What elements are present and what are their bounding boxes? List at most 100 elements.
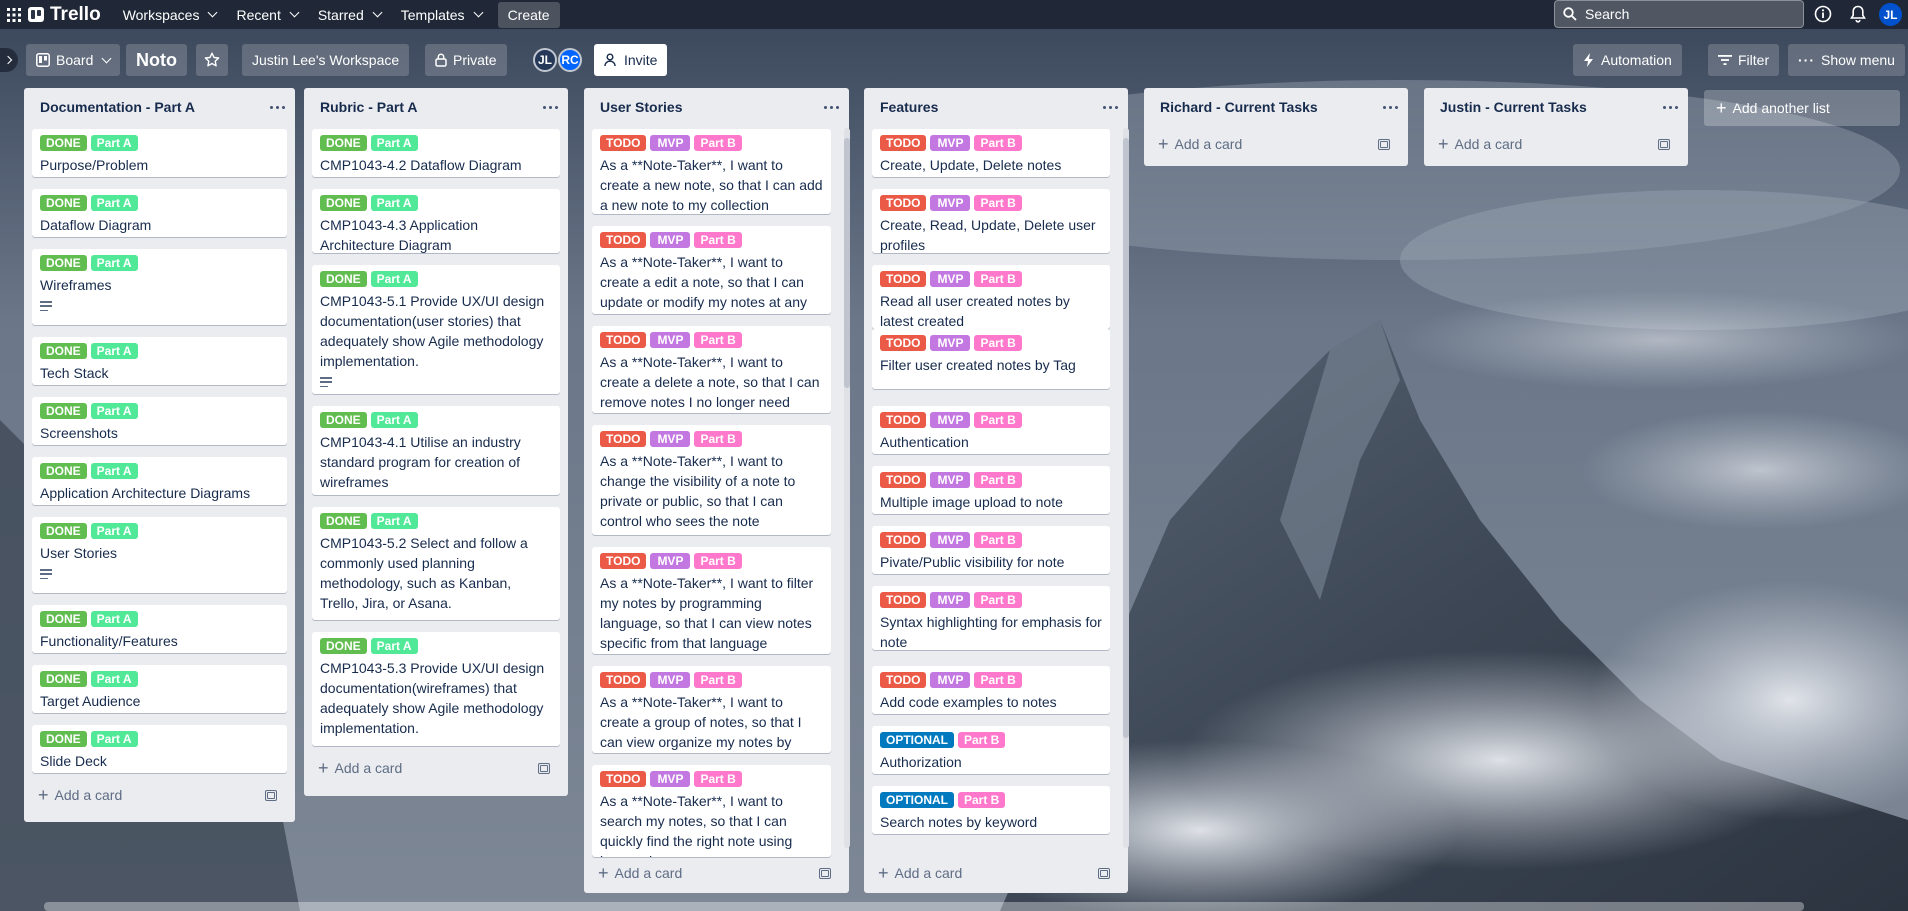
add-card-button[interactable]: + Add a card — [872, 859, 962, 887]
list-scrollbar[interactable] — [1123, 128, 1129, 848]
card[interactable]: TODO MVP Part B Multiple image upload to no… — [872, 466, 1110, 514]
card[interactable]: TODO MVP Part B As a **Note-Taker**, I want… — [592, 226, 831, 314]
card[interactable]: DONE Part A Application Architecture Diagr… — [32, 457, 287, 505]
more-dots-icon[interactable] — [1103, 105, 1118, 109]
notifications-bell-icon[interactable] — [1848, 4, 1868, 24]
board-view-label: Board — [56, 52, 94, 68]
card-labels: DONE Part A — [40, 195, 279, 211]
member-avatar-jl[interactable]: JL — [533, 48, 557, 72]
trello-logo[interactable]: Trello — [28, 0, 101, 29]
list-title[interactable]: Rubric - Part A — [320, 99, 418, 115]
horizontal-scrollbar[interactable] — [44, 902, 1804, 911]
add-card-button[interactable]: + Add a card — [1152, 130, 1242, 158]
more-dots-icon[interactable] — [270, 105, 285, 109]
filter-button[interactable]: Filter — [1708, 44, 1780, 76]
info-icon[interactable] — [1813, 4, 1833, 24]
star-board-button[interactable] — [196, 44, 228, 76]
list-title[interactable]: Documentation - Part A — [40, 99, 195, 115]
user-avatar[interactable]: JL — [1879, 3, 1902, 26]
card[interactable]: DONE Part A User Stories — [32, 517, 287, 593]
card[interactable]: TODO MVP Part B Read all user created notes… — [872, 265, 1110, 329]
card[interactable]: TODO MVP Part B Create, Read, Update, Delet… — [872, 189, 1110, 253]
card[interactable]: TODO MVP Part B As a **Note-Taker**, I want… — [592, 129, 831, 214]
card-labels: TODO MVP Part B — [880, 592, 1102, 608]
card[interactable]: DONE Part A Wireframes — [32, 249, 287, 325]
card-template-icon[interactable] — [1658, 139, 1670, 150]
card[interactable]: TODO MVP Part B Syntax highlighting for emp… — [872, 586, 1110, 650]
add-card-button[interactable]: + Add a card — [32, 781, 122, 809]
card-label: TODO — [600, 771, 647, 787]
card-label: DONE — [40, 255, 87, 271]
more-dots-icon[interactable] — [543, 105, 558, 109]
nav-recent[interactable]: Recent — [226, 0, 307, 29]
invite-button[interactable]: Invite — [594, 44, 668, 76]
card[interactable]: OPTIONAL Part B Authorization — [872, 726, 1110, 774]
card[interactable]: TODO MVP Part B As a **Note-Taker**, I want… — [592, 666, 831, 753]
create-button[interactable]: Create — [497, 1, 560, 28]
show-menu-button[interactable]: ··· Show menu — [1788, 44, 1905, 76]
scrollbar-thumb[interactable] — [1123, 138, 1129, 738]
card-label: OPTIONAL — [880, 732, 954, 748]
card-template-icon[interactable] — [265, 790, 277, 801]
card[interactable]: DONE Part A Functionality/Features — [32, 605, 287, 653]
board-title[interactable]: Noto — [126, 44, 187, 76]
add-card-button[interactable]: + Add a card — [1432, 130, 1522, 158]
card[interactable]: DONE Part A Tech Stack — [32, 337, 287, 385]
card[interactable]: DONE Part A CMP1043-4.2 Dataflow Diagram — [312, 129, 560, 177]
more-dots-icon[interactable] — [1383, 105, 1398, 109]
visibility-button[interactable]: Private — [425, 44, 507, 76]
scrollbar-thumb[interactable] — [844, 138, 850, 388]
card[interactable]: TODO MVP Part B Pivate/Public visibility fo… — [872, 526, 1110, 574]
card-label: Part A — [90, 611, 138, 627]
card[interactable]: DONE Part A Screenshots — [32, 397, 287, 445]
card[interactable]: TODO MVP Part B As a **Note-Taker**, I want… — [592, 326, 831, 413]
card[interactable]: DONE Part A CMP1043-5.2 Select and follow … — [312, 507, 560, 620]
more-dots-icon[interactable] — [1663, 105, 1678, 109]
expand-sidebar-button[interactable] — [0, 48, 18, 72]
nav-workspaces[interactable]: Workspaces — [113, 0, 227, 29]
card[interactable]: DONE Part A Dataflow Diagram — [32, 189, 287, 237]
automation-button[interactable]: Automation — [1573, 44, 1682, 76]
chevron-down-icon — [473, 7, 484, 18]
list-title[interactable]: User Stories — [600, 99, 682, 115]
card[interactable]: TODO MVP Part B Authentication — [872, 406, 1110, 454]
card[interactable]: TODO MVP Part B Filter user created notes b… — [872, 329, 1110, 389]
card-template-icon[interactable] — [538, 763, 550, 774]
card-template-icon[interactable] — [1098, 868, 1110, 879]
card[interactable]: TODO MVP Part B As a **Note-Taker**, I want… — [592, 547, 831, 654]
add-card-button[interactable]: + Add a card — [312, 754, 402, 782]
card-template-icon[interactable] — [1378, 139, 1390, 150]
card[interactable]: DONE Part A Slide Deck — [32, 725, 287, 773]
card[interactable]: DONE Part A Target Audience — [32, 665, 287, 713]
card-label: MVP — [930, 592, 971, 608]
card[interactable]: DONE Part A CMP1043-4.1 Utilise an industr… — [312, 406, 560, 495]
card[interactable]: TODO MVP Part B As a **Note-Taker**, I want… — [592, 425, 831, 535]
card[interactable]: DONE Part A Purpose/Problem — [32, 129, 287, 177]
add-card-button[interactable]: + Add a card — [592, 859, 682, 887]
nav-starred[interactable]: Starred — [308, 0, 391, 29]
search-input[interactable]: Search — [1554, 0, 1804, 28]
member-avatar-rc[interactable]: RC — [558, 48, 582, 72]
list-scrollbar[interactable] — [844, 128, 850, 848]
card-labels: TODO MVP Part B — [880, 672, 1102, 688]
card-title: Screenshots — [40, 425, 118, 441]
card-template-icon[interactable] — [819, 868, 831, 879]
card[interactable]: DONE Part A CMP1043-5.3 Provide UX/UI desi… — [312, 632, 560, 746]
card[interactable]: DONE Part A CMP1043-4.3 Application Archit… — [312, 189, 560, 253]
card[interactable]: DONE Part A CMP1043-5.1 Provide UX/UI desi… — [312, 265, 560, 394]
add-another-list-button[interactable]: + Add another list — [1704, 90, 1900, 126]
card[interactable]: TODO MVP Part B As a **Note-Taker**, I want… — [592, 765, 831, 857]
card[interactable]: OPTIONAL Part B Search notes by keyword — [872, 786, 1110, 834]
list-title[interactable]: Features — [880, 99, 938, 115]
more-dots-icon[interactable] — [824, 105, 839, 109]
app-switcher-icon[interactable] — [0, 0, 28, 29]
workspace-button[interactable]: Justin Lee's Workspace — [242, 44, 410, 76]
list-title[interactable]: Justin - Current Tasks — [1440, 99, 1587, 115]
nav-templates[interactable]: Templates — [391, 0, 492, 29]
card-labels: OPTIONAL Part B — [880, 732, 1102, 748]
list-title[interactable]: Richard - Current Tasks — [1160, 99, 1318, 115]
board-view-switcher[interactable]: Board — [26, 44, 121, 76]
card-label: Part B — [958, 732, 1006, 748]
card[interactable]: TODO MVP Part B Create, Update, Delete note… — [872, 129, 1110, 177]
card[interactable]: TODO MVP Part B Add code examples to notes — [872, 666, 1110, 714]
